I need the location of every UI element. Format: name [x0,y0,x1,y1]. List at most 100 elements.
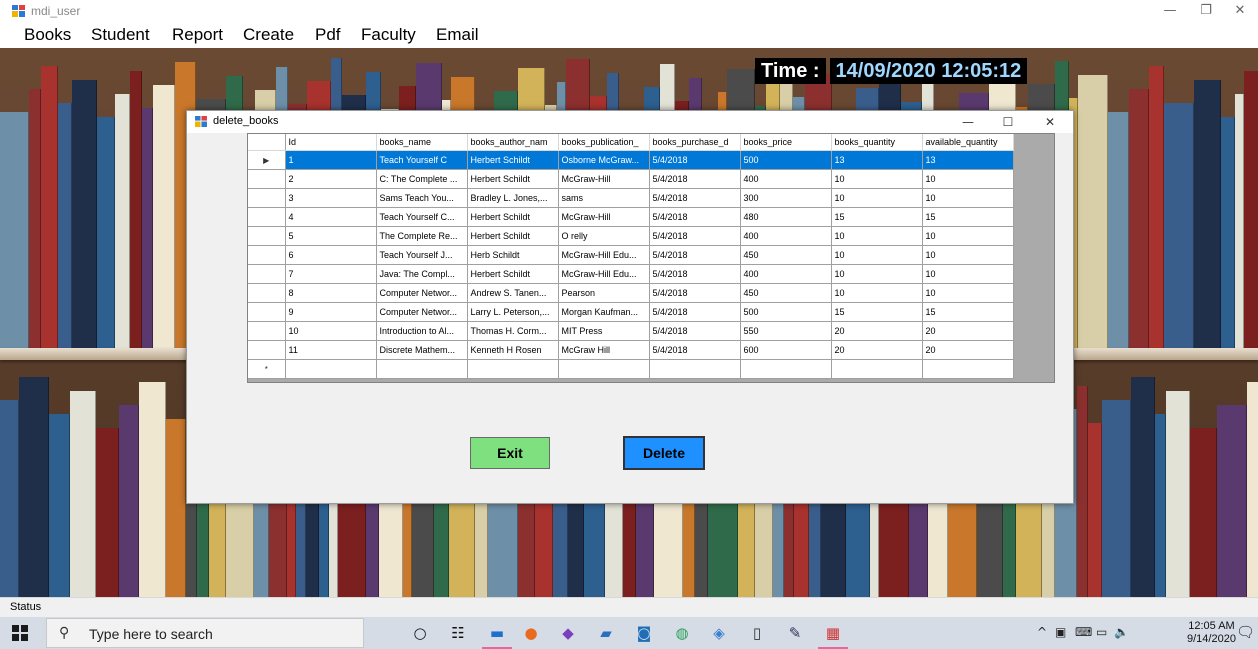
table-cell[interactable]: 7 [285,264,377,284]
row-header[interactable] [248,169,286,189]
table-cell[interactable]: sams [558,188,650,208]
table-cell[interactable]: Computer Networ... [376,302,468,322]
table-row[interactable]: 2 C: The Complete ... Herbert Schildt McGra… [248,169,1014,189]
table-cell[interactable]: 400 [740,226,832,246]
table-cell[interactable]: 11 [285,340,377,360]
table-cell[interactable]: 5/4/2018 [649,302,741,322]
paint-icon[interactable]: ✎ [784,622,806,644]
mdi-app-icon[interactable]: ▦ [822,622,844,644]
new-row-cell[interactable] [467,359,559,379]
table-row[interactable]: 9 Computer Networ... Larry L. Peterson,...… [248,302,1014,322]
table-row[interactable]: 7 Java: The Compl... Herbert Schildt McGraw… [248,264,1014,284]
table-cell[interactable]: Sams Teach You... [376,188,468,208]
table-cell[interactable]: 10 [922,226,1014,246]
table-cell[interactable]: 10 [922,245,1014,265]
dialog-close-button[interactable]: ✕ [1033,112,1067,132]
volume-icon[interactable]: 🔈 [1114,625,1129,639]
table-cell[interactable]: 5/4/2018 [649,150,741,170]
restore-button[interactable]: ❐ [1188,1,1224,21]
table-cell[interactable]: Teach Yourself C [376,150,468,170]
show-hidden-icons-icon[interactable]: ^ [1037,625,1047,639]
new-row-cell[interactable] [831,359,923,379]
table-cell[interactable]: 5/4/2018 [649,226,741,246]
column-header-books-name[interactable]: books_name [376,134,468,151]
table-cell[interactable]: 10 [922,169,1014,189]
exit-button[interactable]: Exit [470,437,550,469]
table-cell[interactable]: 300 [740,188,832,208]
menu-student[interactable]: Student [91,25,150,45]
column-header-books-author[interactable]: books_author_nam [467,134,559,151]
table-cell[interactable]: Herbert Schildt [467,264,559,284]
table-cell[interactable]: 10 [285,321,377,341]
table-cell[interactable]: 15 [831,302,923,322]
dialog-minimize-button[interactable]: — [951,112,985,132]
table-cell[interactable]: 10 [922,283,1014,303]
table-row[interactable]: 10 Introduction to Al... Thomas H. Corm...… [248,321,1014,341]
table-cell[interactable]: 20 [831,340,923,360]
table-cell[interactable]: Herbert Schildt [467,169,559,189]
table-cell[interactable]: Herbert Schildt [467,150,559,170]
table-cell[interactable]: Osborne McGraw... [558,150,650,170]
table-cell[interactable]: Computer Networ... [376,283,468,303]
table-cell[interactable]: McGraw-Hill [558,169,650,189]
row-header[interactable] [248,188,286,208]
table-cell[interactable]: 400 [740,169,832,189]
table-cell[interactable]: 450 [740,283,832,303]
column-header-books-purchase-date[interactable]: books_purchase_d [649,134,741,151]
table-cell[interactable]: C: The Complete ... [376,169,468,189]
delete-button[interactable]: Delete [623,436,705,470]
table-cell[interactable]: 3 [285,188,377,208]
close-button[interactable]: ✕ [1222,1,1258,21]
table-cell[interactable]: 2 [285,169,377,189]
table-cell[interactable]: 600 [740,340,832,360]
table-cell[interactable]: 10 [831,283,923,303]
menu-report[interactable]: Report [172,25,223,45]
visual-studio-icon[interactable]: ◆ [557,622,579,644]
table-cell[interactable]: Teach Yourself C... [376,207,468,227]
table-cell[interactable]: 10 [831,188,923,208]
table-cell[interactable]: Teach Yourself J... [376,245,468,265]
table-cell[interactable]: 9 [285,302,377,322]
table-cell[interactable]: Java: The Compl... [376,264,468,284]
table-row[interactable]: 6 Teach Yourself J... Herb Schildt McGraw-H… [248,245,1014,265]
table-cell[interactable]: 20 [922,340,1014,360]
table-cell[interactable]: Morgan Kaufman... [558,302,650,322]
table-cell[interactable]: 8 [285,283,377,303]
column-header-books-publication[interactable]: books_publication_ [558,134,650,151]
table-cell[interactable]: 10 [831,226,923,246]
taskbar-search-box[interactable]: ⚲ Type here to search [46,618,364,648]
column-header-available-quantity[interactable]: available_quantity [922,134,1014,151]
menu-faculty[interactable]: Faculty [361,25,416,45]
keyboard-icon[interactable]: ⌨ [1075,625,1092,639]
table-cell[interactable]: 10 [831,245,923,265]
table-cell[interactable]: Discrete Mathem... [376,340,468,360]
row-header[interactable] [248,340,286,360]
table-cell[interactable]: 5/4/2018 [649,169,741,189]
table-cell[interactable]: 10 [831,169,923,189]
new-row-cell[interactable] [922,359,1014,379]
menu-pdf[interactable]: Pdf [315,25,341,45]
table-cell[interactable]: 500 [740,150,832,170]
new-row-cell[interactable] [376,359,468,379]
table-cell[interactable]: 20 [831,321,923,341]
new-row-header[interactable]: * [248,359,286,379]
cortana-icon[interactable]: ○ [409,622,431,644]
table-cell[interactable]: 4 [285,207,377,227]
table-cell[interactable]: The Complete Re... [376,226,468,246]
menu-books[interactable]: Books [24,25,71,45]
table-cell[interactable]: Pearson [558,283,650,303]
table-row[interactable]: 3 Sams Teach You... Bradley L. Jones,... sa… [248,188,1014,208]
table-cell[interactable]: 5/4/2018 [649,245,741,265]
column-header-books-price[interactable]: books_price [740,134,832,151]
table-cell[interactable]: McGraw-Hill [558,207,650,227]
table-cell[interactable]: 20 [922,321,1014,341]
table-cell[interactable]: MIT Press [558,321,650,341]
row-header[interactable] [248,302,286,322]
table-cell[interactable]: 500 [740,302,832,322]
file-explorer-icon[interactable]: ▬ [486,622,508,644]
upwork-icon[interactable]: ◍ [671,622,693,644]
table-cell[interactable]: 5/4/2018 [649,321,741,341]
firefox-icon[interactable]: ● [520,622,542,644]
minimize-button[interactable]: — [1152,1,1188,21]
table-cell[interactable]: Introduction to Al... [376,321,468,341]
